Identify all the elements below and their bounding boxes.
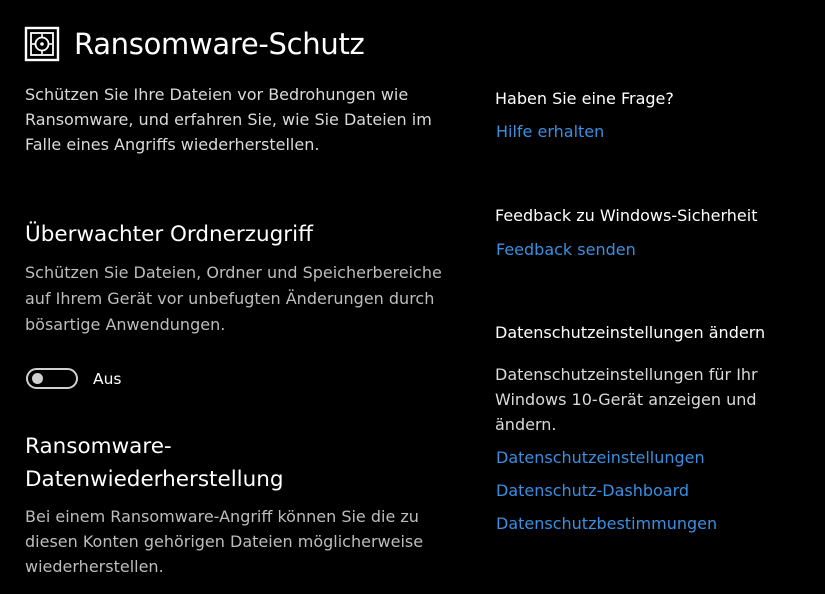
send-feedback-link[interactable]: Feedback senden: [496, 238, 636, 262]
privacy-dashboard-link[interactable]: Datenschutz-Dashboard: [496, 479, 689, 503]
privacy-heading: Datenschutzeinstellungen ändern: [495, 323, 766, 342]
controlled-folder-access-description: Schützen Sie Dateien, Ordner und Speiche…: [25, 263, 442, 334]
ransomware-recovery-description: Bei einem Ransomware-Angriff können Sie …: [25, 507, 424, 576]
privacy-description: Datenschutzeinstellungen für Ihr Windows…: [495, 365, 758, 434]
privacy-statement-link[interactable]: Datenschutzbestimmungen: [496, 512, 717, 536]
ransomware-protection-icon: [24, 26, 60, 62]
controlled-folder-access-toggle[interactable]: [26, 368, 78, 389]
page-title: Ransomware-Schutz: [74, 27, 365, 61]
ransomware-protection-page: Ransomware-Schutz Schützen Sie Ihre Date…: [0, 0, 825, 594]
controlled-folder-access-title: Überwachter Ordnerzugriff: [25, 222, 313, 247]
question-heading: Haben Sie eine Frage?: [495, 89, 674, 108]
feedback-heading: Feedback zu Windows-Sicherheit: [495, 206, 758, 225]
controlled-folder-access-toggle-row: Aus: [26, 368, 122, 389]
intro-text: Schützen Sie Ihre Dateien vor Bedrohunge…: [25, 85, 432, 154]
ransomware-recovery-title: Ransomware-Datenwiederherstellung: [25, 434, 284, 492]
toggle-state-label: Aus: [93, 369, 122, 388]
privacy-settings-link[interactable]: Datenschutzeinstellungen: [496, 446, 705, 470]
toggle-knob: [32, 373, 43, 384]
page-header: Ransomware-Schutz: [24, 26, 365, 62]
get-help-link[interactable]: Hilfe erhalten: [496, 120, 604, 144]
